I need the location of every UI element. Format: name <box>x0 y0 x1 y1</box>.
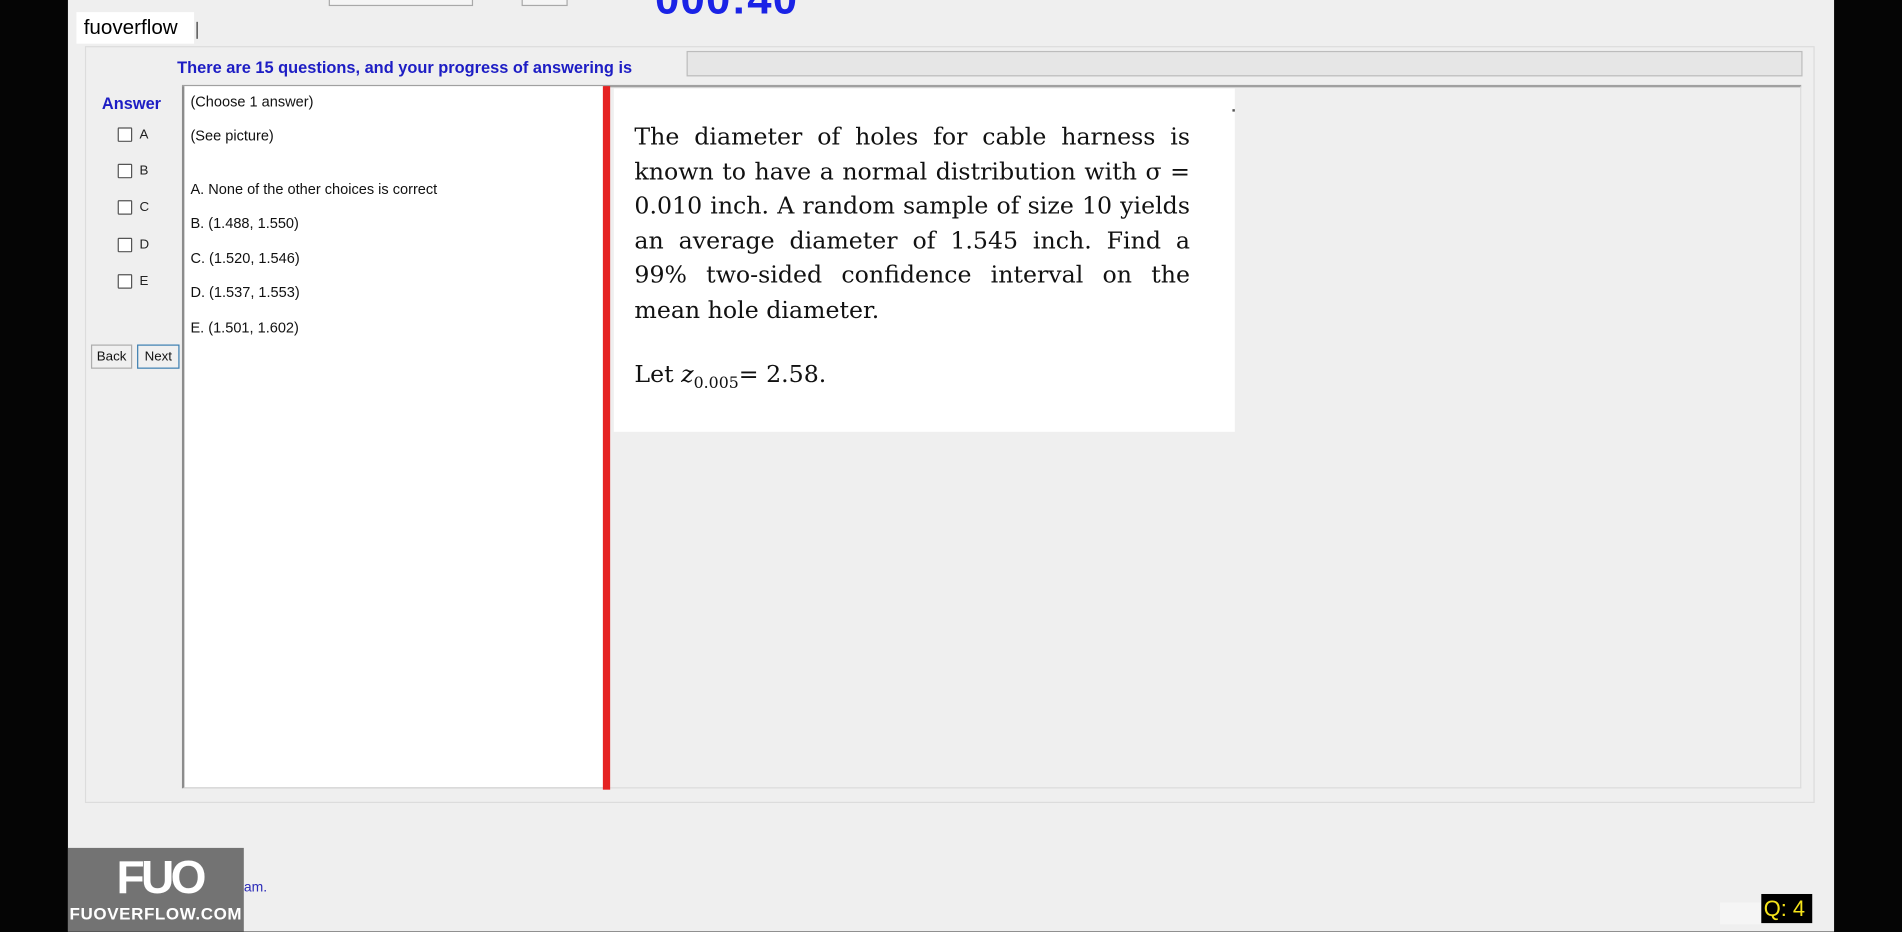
top-dropdown[interactable] <box>328 0 474 7</box>
back-button[interactable]: Back <box>90 344 133 369</box>
text-caret <box>196 21 198 39</box>
checkbox-c[interactable] <box>117 200 133 215</box>
z-prefix: Let <box>634 360 682 389</box>
answer-option-e[interactable]: E <box>117 273 149 290</box>
answer-option-d[interactable]: D <box>117 237 150 254</box>
logo-text: FUOVERFLOW.COM <box>69 903 243 924</box>
answer-option-b[interactable]: B <box>117 163 149 180</box>
next-button[interactable]: Next <box>137 344 180 369</box>
choices-see-picture: (See picture) <box>190 127 274 145</box>
answer-option-label: B <box>139 163 149 179</box>
countdown-timer: 000:40 <box>655 0 798 24</box>
question-text: The diameter of holes for cable harness … <box>634 122 1190 324</box>
exam-window: 000:40 fuoverflow There are 15 questions… <box>0 0 1902 932</box>
fuoverflow-logo: FUO FUOVERFLOW.COM <box>67 847 244 932</box>
tick-mark <box>1232 109 1235 112</box>
checkbox-b[interactable] <box>117 163 133 179</box>
checkbox-e[interactable] <box>117 274 133 289</box>
progress-bar <box>686 50 1803 77</box>
watermark-label: fuoverflow <box>76 12 195 44</box>
answer-option-c[interactable]: C <box>117 199 150 216</box>
counter-backdrop <box>1720 902 1762 925</box>
choice-item-a: A. None of the other choices is correct <box>190 180 438 198</box>
z-symbol: z <box>681 360 694 389</box>
choices-instruction: (Choose 1 answer) <box>190 93 314 111</box>
answer-option-label: D <box>139 237 150 253</box>
progress-label: There are 15 questions, and your progres… <box>177 58 633 77</box>
answer-option-label: C <box>139 200 150 215</box>
choice-item-c: C. (1.520, 1.546) <box>190 249 300 267</box>
checkbox-a[interactable] <box>117 127 133 142</box>
question-z-value: Let z0.005= 2.58. <box>634 360 827 393</box>
z-value: = 2.58. <box>738 360 827 389</box>
z-subscript: 0.005 <box>693 374 739 394</box>
choice-item-d: D. (1.537, 1.553) <box>190 283 300 301</box>
logo-mark: FUO <box>116 852 206 904</box>
answer-heading: Answer <box>101 94 162 113</box>
panel-splitter[interactable] <box>602 86 611 790</box>
answer-option-label: A <box>139 127 149 142</box>
question-counter: Q: 4 <box>1761 893 1813 924</box>
answer-option-a[interactable]: A <box>117 126 149 143</box>
checkbox-d[interactable] <box>117 237 133 253</box>
question-picture: The diameter of holes for cable harness … <box>613 88 1235 432</box>
choice-item-b: B. (1.488, 1.550) <box>190 214 299 232</box>
answer-option-label: E <box>139 274 149 289</box>
top-button[interactable] <box>521 0 568 7</box>
choice-item-e: E. (1.501, 1.602) <box>190 319 299 337</box>
